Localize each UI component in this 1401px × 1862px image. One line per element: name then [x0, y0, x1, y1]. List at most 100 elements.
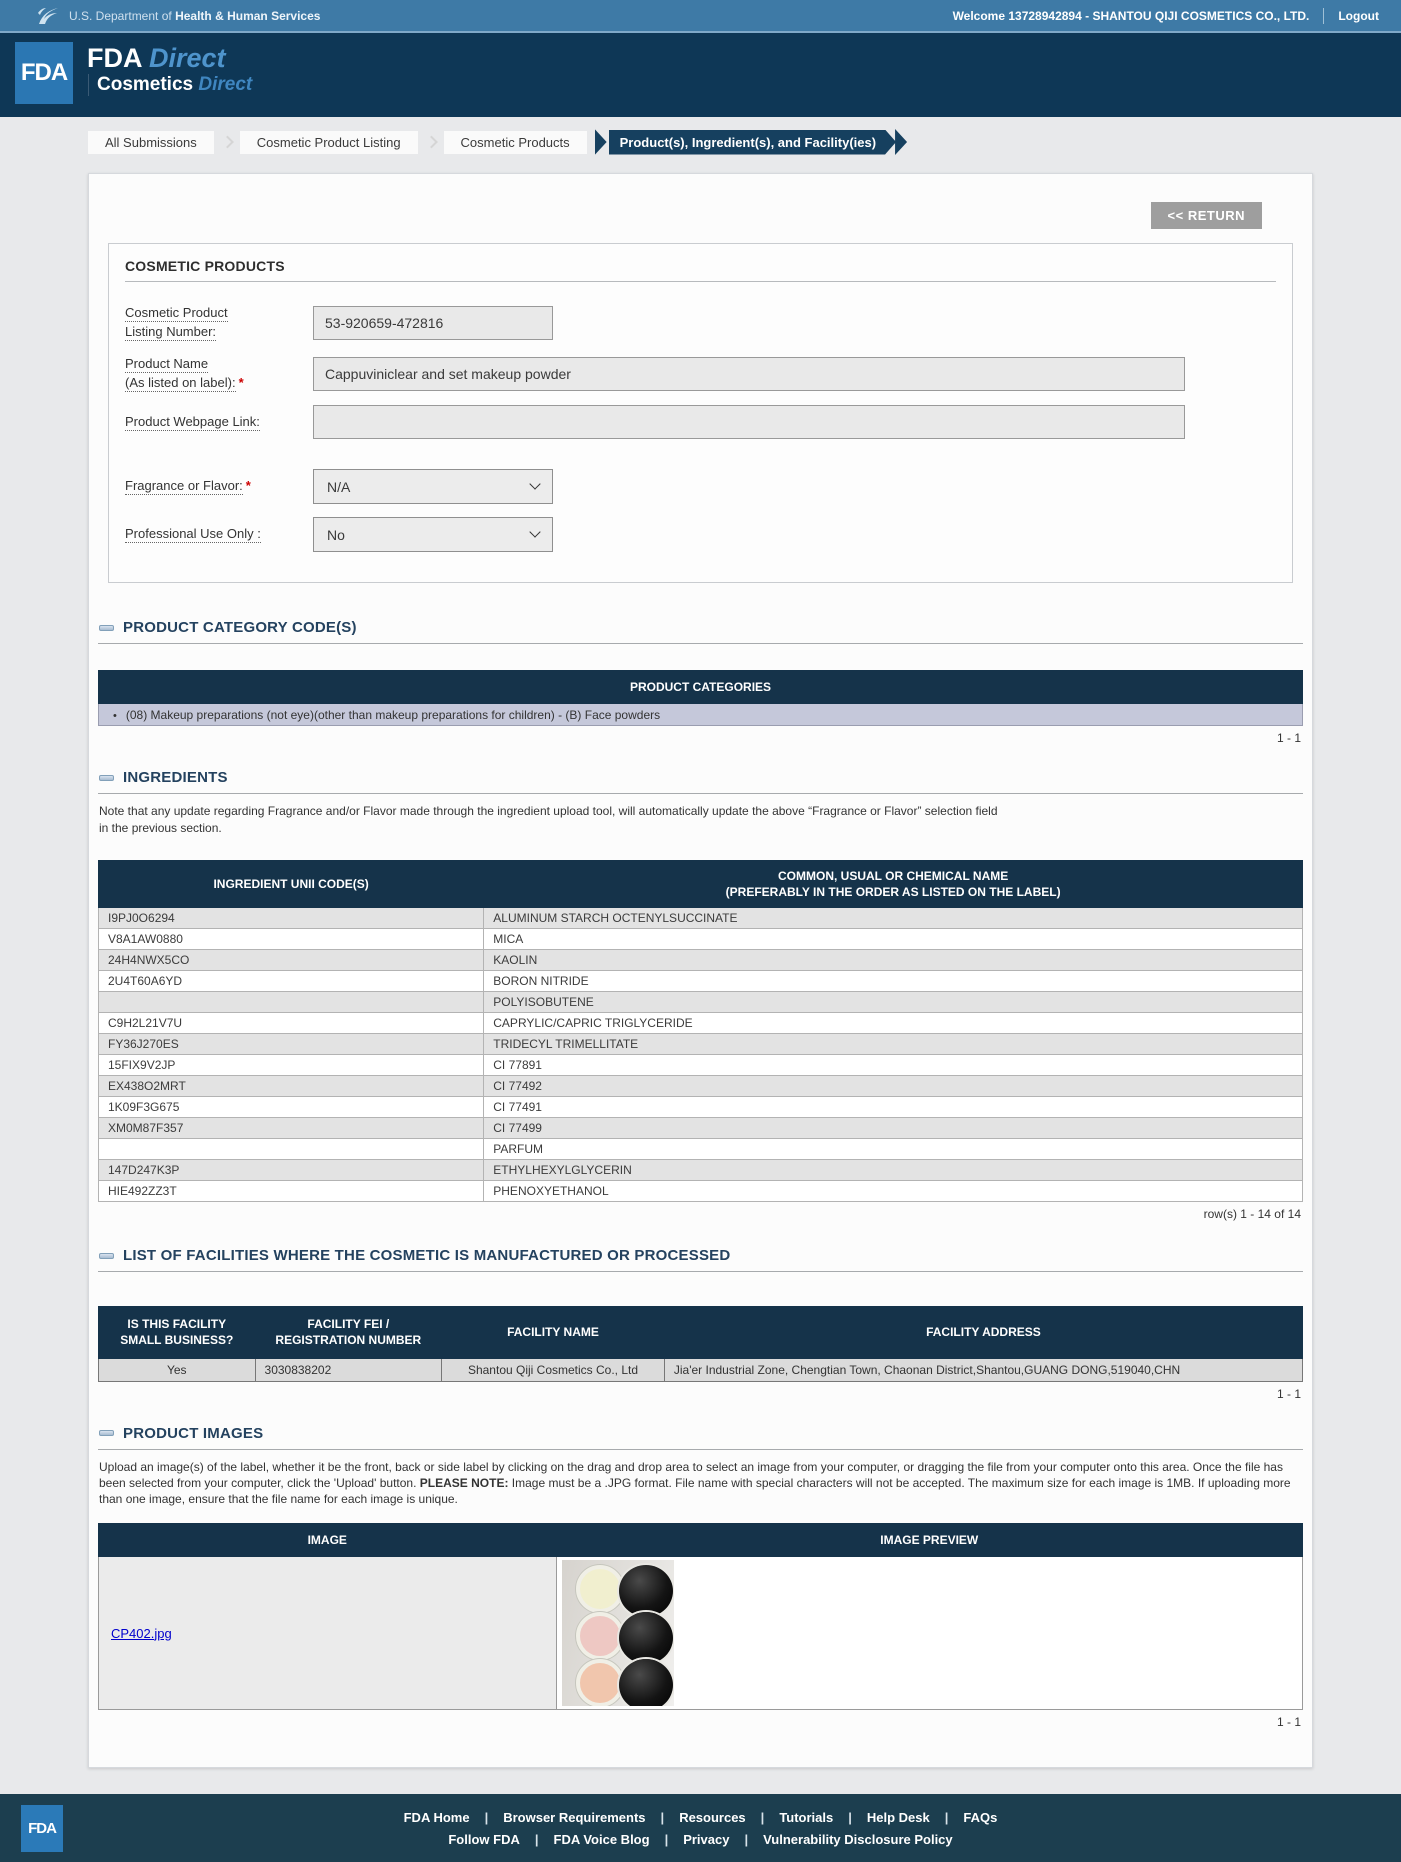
hhs-eagle-icon	[36, 5, 60, 27]
footer-link[interactable]: Help Desk	[833, 1810, 930, 1825]
chevron-down-icon	[529, 479, 540, 490]
listing-number-label: Cosmetic Product Listing Number:	[125, 304, 313, 342]
footer-links-row-2: Follow FDAFDA Voice BlogPrivacyVulnerabi…	[448, 1832, 952, 1847]
facilities-pagination: 1 - 1	[100, 1387, 1301, 1401]
divider	[98, 793, 1303, 794]
divider	[98, 1449, 1303, 1450]
ingredient-unii-code: 147D247K3P	[99, 1160, 484, 1181]
ingredient-row: EX438O2MRT CI 77492	[99, 1076, 1303, 1097]
breadcrumb-arrow-icon	[595, 129, 607, 155]
breadcrumb-item[interactable]: All Submissions	[88, 131, 214, 154]
ingredient-name: TRIDECYL TRIMELLITATE	[484, 1034, 1303, 1055]
footer-link[interactable]: Follow FDA	[448, 1832, 520, 1847]
ingredient-unii-code: 1K09F3G675	[99, 1097, 484, 1118]
ingredient-name: ALUMINUM STARCH OCTENYLSUCCINATE	[484, 908, 1303, 929]
page-footer: FDA FDA HomeBrowser RequirementsResource…	[0, 1794, 1401, 1862]
footer-links-row-1: FDA HomeBrowser RequirementsResourcesTut…	[404, 1810, 998, 1825]
image-column-header: IMAGE	[99, 1524, 557, 1557]
ingredient-name: KAOLIN	[484, 950, 1303, 971]
footer-link[interactable]: Resources	[646, 1810, 746, 1825]
powder-pan	[576, 1565, 624, 1613]
fragrance-select[interactable]: N/A	[313, 469, 553, 504]
app-title: FDA Direct	[87, 44, 252, 72]
product-images-note: Upload an image(s) of the label, whether…	[99, 1459, 1302, 1508]
ingredient-name: CAPRYLIC/CAPRIC TRIGLYCERIDE	[484, 1013, 1303, 1034]
footer-link[interactable]: Tutorials	[746, 1810, 834, 1825]
product-categories-table: PRODUCT CATEGORIES •(08) Makeup preparat…	[98, 670, 1303, 726]
categories-pagination: 1 - 1	[100, 731, 1301, 745]
section-title-product-images: PRODUCT IMAGES	[123, 1425, 263, 1442]
facilities-table: IS THIS FACILITYSMALL BUSINESS? FACILITY…	[98, 1306, 1303, 1381]
section-title-facilities: LIST OF FACILITIES WHERE THE COSMETIC IS…	[123, 1247, 730, 1264]
product-name-field[interactable]	[313, 357, 1185, 391]
collapse-icon[interactable]	[99, 1430, 114, 1436]
ingredient-row: XM0M87F357 CI 77499	[99, 1118, 1303, 1139]
ingredient-name: CI 77491	[484, 1097, 1303, 1118]
ingredient-unii-code	[99, 1139, 484, 1160]
chevron-down-icon	[529, 527, 540, 538]
breadcrumb-active-item: Product(s), Ingredient(s), and Facility(…	[609, 130, 896, 155]
images-pagination: 1 - 1	[100, 1715, 1301, 1729]
facility-name-column-header: FACILITY NAME	[442, 1307, 665, 1358]
image-file-link[interactable]: CP402.jpg	[111, 1626, 172, 1641]
collapse-icon[interactable]	[99, 1253, 114, 1259]
breadcrumb-arrow-icon	[895, 129, 907, 155]
ingredient-unii-code: FY36J270ES	[99, 1034, 484, 1055]
category-value: (08) Makeup preparations (not eye)(other…	[126, 708, 660, 722]
webpage-link-field[interactable]	[313, 405, 1185, 439]
fda-footer-logo: FDA	[21, 1805, 63, 1852]
ingredient-unii-code	[99, 992, 484, 1013]
topbar-divider	[1323, 8, 1324, 24]
department-label: U.S. Department of Health & Human Servic…	[69, 9, 320, 23]
ingredient-name: CI 77492	[484, 1076, 1303, 1097]
compact-lid	[619, 1659, 673, 1706]
footer-link[interactable]: FDA Home	[404, 1810, 470, 1825]
facility-small-business: Yes	[99, 1358, 256, 1381]
product-image-preview	[562, 1560, 674, 1706]
professional-use-select[interactable]: No	[313, 517, 553, 552]
ingredient-unii-code: C9H2L21V7U	[99, 1013, 484, 1034]
powder-pan	[576, 1612, 624, 1660]
required-asterisk: *	[239, 375, 244, 390]
powder-pan	[576, 1659, 624, 1706]
ingredient-unii-code: 15FIX9V2JP	[99, 1055, 484, 1076]
ingredient-name: MICA	[484, 929, 1303, 950]
breadcrumb-item[interactable]: Cosmetic Products	[444, 131, 587, 154]
facility-address-column-header: FACILITY ADDRESS	[664, 1307, 1302, 1358]
divider	[98, 643, 1303, 644]
ingredient-unii-code: EX438O2MRT	[99, 1076, 484, 1097]
ingredient-row: 1K09F3G675 CI 77491	[99, 1097, 1303, 1118]
ingredient-row: 147D247K3P ETHYLHEXYLGLYCERIN	[99, 1160, 1303, 1181]
ingredient-row: C9H2L21V7U CAPRYLIC/CAPRIC TRIGLYCERIDE	[99, 1013, 1303, 1034]
ingredients-table: INGREDIENT UNII CODE(S) COMMON, USUAL OR…	[98, 860, 1303, 1202]
ingredient-unii-code: V8A1AW0880	[99, 929, 484, 950]
ingredient-row: FY36J270ES TRIDECYL TRIMELLITATE	[99, 1034, 1303, 1055]
footer-link[interactable]: FDA Voice Blog	[520, 1832, 650, 1847]
ingredient-row: 24H4NWX5CO KAOLIN	[99, 950, 1303, 971]
section-title-categories: PRODUCT CATEGORY CODE(S)	[123, 619, 357, 636]
collapse-icon[interactable]	[99, 775, 114, 781]
footer-link[interactable]: Vulnerability Disclosure Policy	[729, 1832, 952, 1847]
category-row: •(08) Makeup preparations (not eye)(othe…	[99, 704, 1303, 726]
facility-fei-number: 3030838202	[255, 1358, 442, 1381]
categories-column-header: PRODUCT CATEGORIES	[99, 671, 1303, 704]
unii-code-column-header: INGREDIENT UNII CODE(S)	[99, 860, 484, 907]
footer-link[interactable]: Browser Requirements	[470, 1810, 646, 1825]
footer-link[interactable]: FAQs	[930, 1810, 998, 1825]
panel-title: COSMETIC PRODUCTS	[125, 258, 1276, 274]
fei-column-header: FACILITY FEI /REGISTRATION NUMBER	[255, 1307, 442, 1358]
compact-lid	[619, 1565, 673, 1617]
chemical-name-column-header: COMMON, USUAL OR CHEMICAL NAME (PREFERAB…	[484, 860, 1303, 907]
logout-link[interactable]: Logout	[1338, 9, 1379, 23]
collapse-icon[interactable]	[99, 625, 114, 631]
footer-link[interactable]: Privacy	[650, 1832, 730, 1847]
return-button[interactable]: << RETURN	[1151, 202, 1262, 229]
section-title-ingredients: INGREDIENTS	[123, 769, 228, 786]
ingredient-unii-code: 24H4NWX5CO	[99, 950, 484, 971]
listing-number-field[interactable]	[313, 306, 553, 340]
ingredient-name: PHENOXYETHANOL	[484, 1181, 1303, 1202]
professional-use-label: Professional Use Only :	[125, 525, 313, 544]
main-content-card: << RETURN COSMETIC PRODUCTS Cosmetic Pro…	[88, 173, 1313, 1768]
breadcrumb-item[interactable]: Cosmetic Product Listing	[240, 131, 418, 154]
webpage-link-label: Product Webpage Link:	[125, 413, 313, 432]
